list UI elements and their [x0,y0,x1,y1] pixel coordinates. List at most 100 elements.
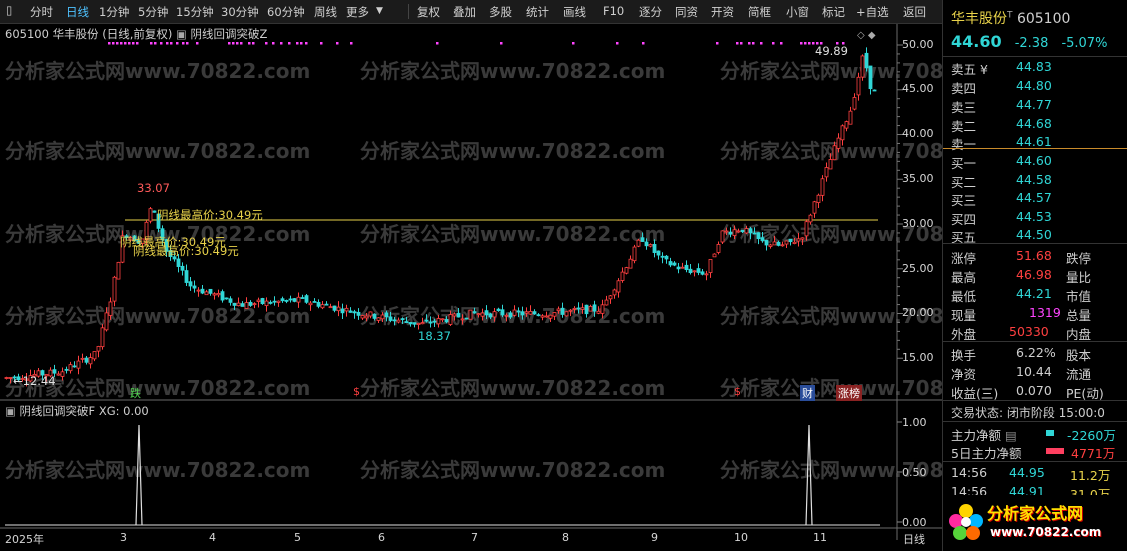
candle-body [664,255,669,260]
signal-spike [135,424,143,526]
signal-dot [182,42,185,45]
candle-body [704,273,709,276]
divider [943,341,1127,342]
sub-xg-value: XG: 0.00 [98,404,149,418]
signal-dot [116,42,119,45]
ask-price[interactable]: 44.80 [1016,78,1052,93]
candle-body [528,311,533,315]
candle-body [604,299,609,306]
candle-body [92,351,97,360]
candle-body [364,315,369,319]
signal-dot [186,42,189,45]
flow-bar-down [1046,430,1054,436]
candle-body [312,301,317,303]
candle-body [460,318,465,321]
candle-body [660,255,665,258]
candle-body [560,307,565,315]
candle-body [404,321,409,323]
x-end-label[interactable]: 日线 [903,531,925,547]
candle-body [776,241,781,246]
marker-zhangbang[interactable]: 涨榜 [836,385,862,401]
candle-body [436,318,441,325]
start-price-label: ←12.44 [13,374,56,388]
signal-dot [716,42,719,45]
marker-dollar[interactable]: $ [734,385,741,398]
candle-body [700,271,705,275]
stat-label: 总量 [1066,308,1092,323]
bid-label: 买三 [951,193,977,208]
sub-y-tick: 1.00 [902,416,927,429]
ask-price[interactable]: 44.61 [1016,134,1052,149]
marker-cai[interactable]: 财 [800,385,815,401]
candle-body [452,313,457,317]
candle-body [340,308,345,314]
candle-body [808,214,813,223]
candle-body [440,318,445,321]
site-logo: 分析家公式网 www.70822.com [943,495,1127,551]
candle-body [180,265,185,271]
candle-body [768,244,773,247]
candle-body [412,322,417,325]
candle-body [288,298,293,301]
candle-body [296,296,301,303]
candle-body [812,201,817,214]
sub-y-tick: 0.50 [902,466,927,479]
candle-body [544,315,549,318]
sub-indicator-icon[interactable]: ▣ [5,404,16,418]
chart-canvas[interactable] [0,0,942,551]
candle-body [336,306,341,312]
candle-body [380,314,385,320]
candle-body [840,125,845,141]
stock-header: 华丰股份T 605100 [951,8,1070,28]
marker-dollar[interactable]: $ [353,385,360,398]
y-tick: 25.00 [902,262,934,275]
doc-icon[interactable]: ▤ [1005,428,1017,443]
candle-body [8,377,13,379]
bid-price[interactable]: 44.60 [1016,153,1052,168]
signal-dot [288,42,291,45]
bid-price[interactable]: 44.53 [1016,209,1052,224]
marker-die[interactable]: 跌 [130,385,141,401]
signal-dots [108,42,845,45]
sub-indicator-name[interactable]: 阴线回调突破F [20,404,96,418]
candle-body [220,291,225,301]
candle-body [872,89,877,92]
bid-label: 买四 [951,212,977,227]
candle-body [824,167,829,178]
candle-body [856,76,861,96]
candle-body [240,303,245,307]
candle-body [332,305,337,311]
divider [943,421,1127,422]
candle-body [828,159,833,170]
candle-body [264,300,269,306]
ask-price[interactable]: 44.83 [1016,59,1052,74]
candle-body [224,297,229,300]
signal-dot [252,42,255,45]
candle-body [432,320,437,323]
candle-body [360,315,365,319]
bid-label: 买一 [951,156,977,171]
candle-body [684,264,689,271]
bid-price[interactable]: 44.50 [1016,227,1052,242]
candle-body [204,291,209,296]
bid-ask-divider [943,148,1127,149]
candle-body [708,258,713,274]
candle-body [280,298,285,302]
ask-price[interactable]: 44.77 [1016,97,1052,112]
signal-dot [616,42,619,45]
last-price: 44.60 [951,32,1002,51]
stat-label: 最低 [951,289,977,304]
candle-body [556,308,561,312]
bid-price[interactable]: 44.57 [1016,190,1052,205]
candle-body [636,239,641,247]
tick-volume: 11.2万 [1070,468,1111,483]
y-tick: 45.00 [902,82,934,95]
candle-body [212,293,217,296]
candle-body [492,311,497,318]
signal-dot [236,42,239,45]
signal-dot [128,42,131,45]
ask-price[interactable]: 44.68 [1016,116,1052,131]
candle-body [508,312,513,318]
bid-price[interactable]: 44.58 [1016,172,1052,187]
low-price-label: 18.37 [418,329,451,343]
